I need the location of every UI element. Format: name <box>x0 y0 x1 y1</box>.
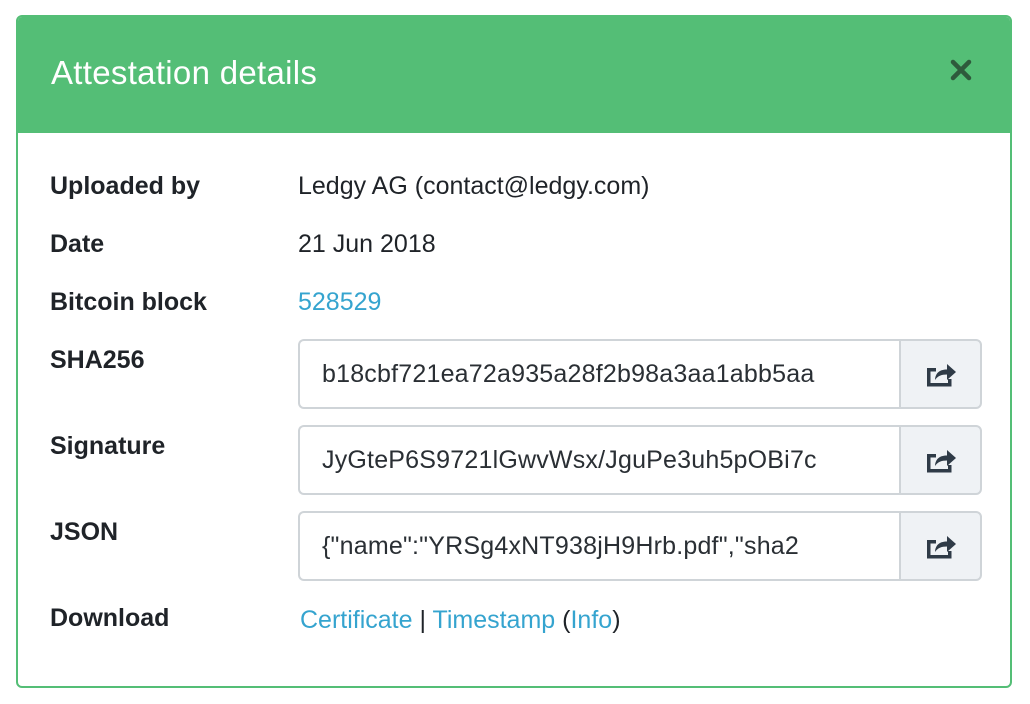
download-separator: | <box>412 606 433 634</box>
download-links: Certificate | Timestamp (Info) <box>300 606 621 635</box>
json-open-button[interactable] <box>899 511 982 581</box>
timestamp-link[interactable]: Timestamp <box>432 606 555 634</box>
json-input-group: {"name":"YRSg4xNT938jH9Hrb.pdf","sha2 <box>298 511 982 581</box>
open-paren: ( <box>555 606 571 634</box>
close-paren: ) <box>612 606 621 634</box>
close-icon <box>950 59 972 81</box>
sha256-input-group: b18cbf721ea72a935a28f2b98a3aa1abb5aa <box>298 339 982 409</box>
modal-header: Attestation details <box>18 17 1010 133</box>
certificate-link[interactable]: Certificate <box>300 606 413 634</box>
signature-field[interactable]: JyGteP6S9721lGwvWsx/JguPe3uh5pOBi7c <box>298 425 899 495</box>
signature-label: Signature <box>50 432 166 460</box>
signature-input-group: JyGteP6S9721lGwvWsx/JguPe3uh5pOBi7c <box>298 425 982 495</box>
json-label: JSON <box>50 518 119 546</box>
modal-title: Attestation details <box>51 54 318 91</box>
date-label: Date <box>50 230 105 258</box>
close-button[interactable] <box>948 57 974 83</box>
attestation-modal: Attestation details Uploaded by Ledgy AG… <box>16 15 1012 688</box>
sha256-field[interactable]: b18cbf721ea72a935a28f2b98a3aa1abb5aa <box>298 339 899 409</box>
uploaded-by-label: Uploaded by <box>50 172 201 200</box>
json-field[interactable]: {"name":"YRSg4xNT938jH9Hrb.pdf","sha2 <box>298 511 899 581</box>
share-icon <box>926 364 956 387</box>
signature-open-button[interactable] <box>899 425 982 495</box>
uploaded-by-value: Ledgy AG (contact@ledgy.com) <box>298 172 650 200</box>
sha256-open-button[interactable] <box>899 339 982 409</box>
date-value: 21 Jun 2018 <box>298 230 436 258</box>
download-label: Download <box>50 604 170 632</box>
bitcoin-block-label: Bitcoin block <box>50 288 207 316</box>
bitcoin-block-link[interactable]: 528529 <box>298 288 381 316</box>
info-link[interactable]: Info <box>570 606 612 634</box>
share-icon <box>926 450 956 473</box>
share-icon <box>926 536 956 559</box>
sha256-label: SHA256 <box>50 346 145 374</box>
